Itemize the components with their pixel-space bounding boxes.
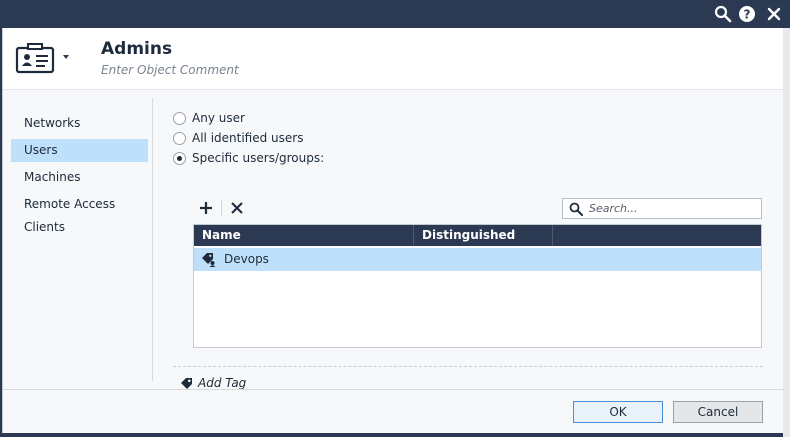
add-icon[interactable] [196,198,216,218]
divider [173,366,763,367]
title-bar: ? [0,0,790,28]
search-box[interactable] [562,198,762,219]
users-table: Name Distinguished Name Devops [193,224,762,348]
tag-icon [181,377,192,389]
toolbar-separator [221,200,222,216]
object-dialog: Admins Enter Object Comment Networks Use… [2,28,784,433]
chevron-down-icon[interactable] [63,55,69,59]
sidebar-item-remote-access-clients[interactable]: Remote Access Clients [11,193,148,234]
sidebar-item-users[interactable]: Users [11,139,148,162]
background-window-edge [783,28,790,437]
radio-button[interactable] [173,151,186,165]
ok-button[interactable]: OK [573,401,663,423]
row-name: Devops [224,252,269,266]
help-icon[interactable]: ? [738,5,756,23]
column-header-distinguished-name[interactable]: Distinguished Name [414,225,553,263]
remove-icon[interactable] [227,198,247,218]
table-header: Name Distinguished Name [194,225,761,263]
dialog-header: Admins Enter Object Comment [3,28,784,90]
svg-text:?: ? [744,8,751,22]
object-name[interactable]: Admins [101,39,172,59]
column-header-name[interactable]: Name [194,225,414,246]
radio-all-identified-users[interactable]: All identified users [173,130,303,146]
cancel-button[interactable]: Cancel [673,401,763,423]
radio-specific-users-groups[interactable]: Specific users/groups: [173,150,324,166]
radio-button[interactable] [173,131,186,145]
search-icon[interactable] [714,5,732,23]
object-comment[interactable]: Enter Object Comment [101,63,239,77]
sidebar: Networks Users Machines Remote Access Cl… [3,98,153,381]
table-row[interactable]: Devops [194,248,761,271]
search-icon [569,202,583,216]
close-icon[interactable] [765,5,783,23]
radio-button[interactable] [173,111,186,125]
user-group-tag-icon [202,253,216,267]
users-panel: Any user All identified users Specific u… [153,90,784,390]
dialog-footer: OK Cancel [3,389,784,433]
sidebar-item-networks[interactable]: Networks [11,112,148,135]
id-card-icon[interactable] [15,42,55,74]
search-input[interactable] [589,200,757,217]
sidebar-item-machines[interactable]: Machines [11,166,148,189]
radio-any-user[interactable]: Any user [173,110,245,126]
